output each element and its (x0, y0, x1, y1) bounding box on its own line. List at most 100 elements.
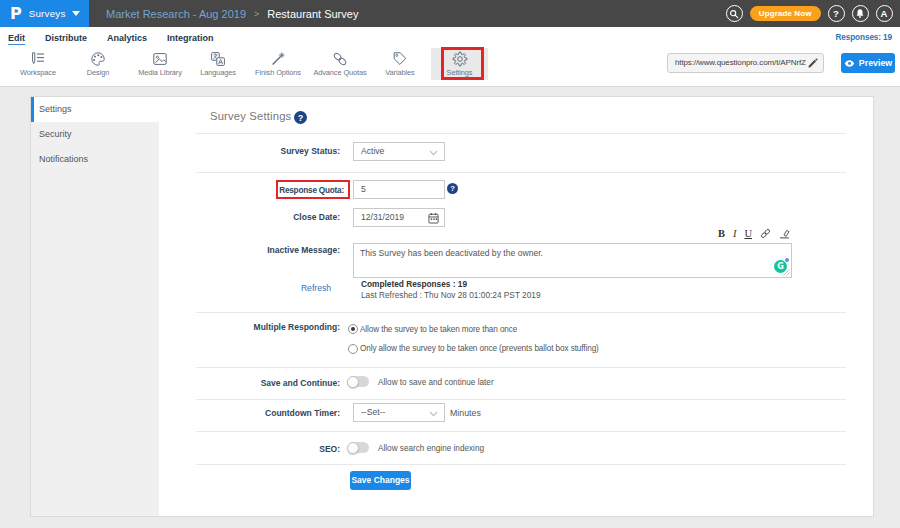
search-icon (729, 9, 739, 19)
toolbar-item-languages[interactable]: Languages (189, 48, 247, 77)
translate-icon (210, 51, 226, 67)
toolbar-label: Finish Options (249, 68, 307, 77)
logo-area[interactable]: P Surveys (0, 0, 89, 27)
countdown-timer-select[interactable]: --Set-- (353, 403, 445, 422)
separator (196, 133, 846, 134)
topbar-actions: Upgrade Now ? A (726, 0, 893, 27)
response-quota-value: 5 (354, 181, 444, 198)
toolbar-label: Languages (189, 68, 247, 77)
tab-integration[interactable]: Integration (167, 33, 214, 43)
account-button[interactable]: A (876, 5, 893, 22)
remove-format-icon[interactable] (779, 228, 790, 239)
seo-toggle[interactable] (348, 442, 369, 453)
toolbar-label: Workspace (9, 68, 67, 77)
bold-button[interactable]: B (718, 227, 725, 240)
inactive-message-text: This Survey has been deactivated by the … (354, 244, 791, 262)
quota-help-icon[interactable]: ? (447, 183, 458, 194)
separator (196, 399, 846, 400)
survey-url-box[interactable]: https://www.questionpro.com/t/APNrfZ (667, 53, 824, 73)
separator (196, 367, 846, 368)
radio-multiple-no-label[interactable]: Only allow the survey to be taken once (… (360, 344, 599, 354)
save-changes-button[interactable]: Save Changes (350, 471, 411, 490)
bell-icon (855, 8, 865, 19)
eye-icon (844, 59, 855, 68)
sidebar-item-settings[interactable]: Settings (31, 97, 159, 122)
inactive-message-textarea[interactable]: This Survey has been deactivated by the … (353, 243, 792, 278)
preview-button[interactable]: Preview (841, 53, 895, 73)
toolbar-item-finish-options[interactable]: Finish Options (249, 48, 307, 77)
toolbar-item-settings[interactable]: Settings (431, 48, 488, 80)
separator (196, 431, 846, 432)
toolbar-item-workspace[interactable]: Workspace (9, 48, 67, 77)
toolbar-item-design[interactable]: Design (69, 48, 127, 77)
multiple-responding-label: Multiple Responding: (254, 322, 340, 332)
page-background: Settings Security Notifications Survey S… (0, 87, 900, 528)
product-name: Surveys (29, 8, 66, 19)
chevron-down-icon (429, 150, 438, 156)
save-continue-toggle[interactable] (348, 376, 369, 387)
survey-url: https://www.questionpro.com/t/APNrfZ (668, 54, 806, 72)
radio-multiple-no[interactable] (348, 344, 358, 354)
toolbar-label: Variables (371, 68, 429, 77)
toolbar-label: Settings (431, 68, 488, 77)
caret-down-icon (72, 11, 80, 16)
save-continue-label: Save and Continue: (261, 378, 340, 388)
menu-items: Edit Distribute Analytics Integration (0, 27, 900, 48)
tab-edit[interactable]: Edit (8, 33, 25, 43)
upgrade-now-button[interactable]: Upgrade Now (750, 6, 821, 21)
italic-button[interactable]: I (733, 227, 737, 240)
toolbar-item-media-library[interactable]: Media Library (131, 48, 189, 77)
last-refreshed: Last Refreshed : Thu Nov 28 01:00:24 PST… (361, 290, 541, 300)
underline-button[interactable]: U (744, 227, 752, 240)
link-icon[interactable] (760, 228, 771, 239)
menu-bar: Edit Distribute Analytics Integration Re… (0, 27, 900, 48)
image-icon (152, 51, 168, 67)
completed-responses: Completed Responses : 19 (361, 279, 467, 289)
breadcrumb-separator: > (254, 9, 259, 19)
gear-icon (452, 51, 468, 67)
save-continue-text: Allow to save and continue later (378, 378, 494, 388)
breadcrumb-survey[interactable]: Restaurant Survey (267, 8, 358, 20)
toolbar-item-variables[interactable]: Variables (371, 48, 429, 77)
breadcrumb-folder[interactable]: Market Research - Aug 2019 (106, 8, 246, 20)
resize-handle[interactable] (783, 269, 790, 276)
toolbar-item-advance-quotas[interactable]: Advance Quotas (311, 48, 369, 77)
response-quota-input[interactable]: 5 (353, 180, 445, 199)
radio-multiple-yes-label[interactable]: Allow the survey to be taken more than o… (360, 325, 517, 335)
close-date-input[interactable]: 12/31/2019 (353, 208, 445, 227)
search-button[interactable] (726, 5, 743, 22)
title-help-icon[interactable]: ? (294, 111, 307, 124)
countdown-minutes-text: Minutes (450, 408, 481, 418)
question-mark-icon: ? (833, 8, 839, 19)
settings-card: Settings Security Notifications Survey S… (30, 96, 874, 517)
tab-analytics[interactable]: Analytics (107, 33, 147, 43)
page-title: Survey Settings (210, 110, 291, 122)
top-bar: P Surveys Market Research - Aug 2019 > R… (0, 0, 900, 27)
toolbar-label: Media Library (131, 68, 189, 77)
tab-distribute[interactable]: Distribute (45, 33, 87, 43)
refresh-link[interactable]: Refresh (301, 283, 331, 293)
workspace-icon (30, 51, 46, 67)
responses-count[interactable]: Responses: 19 (836, 27, 893, 48)
editor-toolbar: B I U (718, 227, 790, 240)
edit-pencil-icon[interactable] (807, 58, 818, 69)
calendar-icon[interactable] (428, 212, 439, 224)
toggle-knob (347, 442, 359, 454)
breadcrumb: Market Research - Aug 2019 > Restaurant … (106, 0, 358, 27)
sidebar-item-notifications[interactable]: Notifications (31, 147, 159, 172)
help-button[interactable]: ? (828, 5, 845, 22)
toolbar-label: Design (69, 68, 127, 77)
palette-icon (90, 51, 106, 67)
notifications-button[interactable] (852, 5, 869, 22)
survey-status-label: Survey Status: (280, 146, 340, 156)
inactive-message-label: Inactive Message: (267, 245, 340, 255)
wand-icon (270, 51, 286, 67)
settings-sidebar: Settings Security Notifications (31, 97, 159, 516)
seo-text: Allow search engine indexing (378, 444, 484, 454)
edit-toolbar: Workspace Design Media Library Languages (0, 48, 900, 87)
avatar: A (881, 8, 888, 19)
sidebar-item-security[interactable]: Security (31, 122, 159, 147)
separator (196, 312, 846, 313)
survey-status-select[interactable]: Active (353, 142, 445, 161)
radio-multiple-yes[interactable] (348, 324, 358, 334)
